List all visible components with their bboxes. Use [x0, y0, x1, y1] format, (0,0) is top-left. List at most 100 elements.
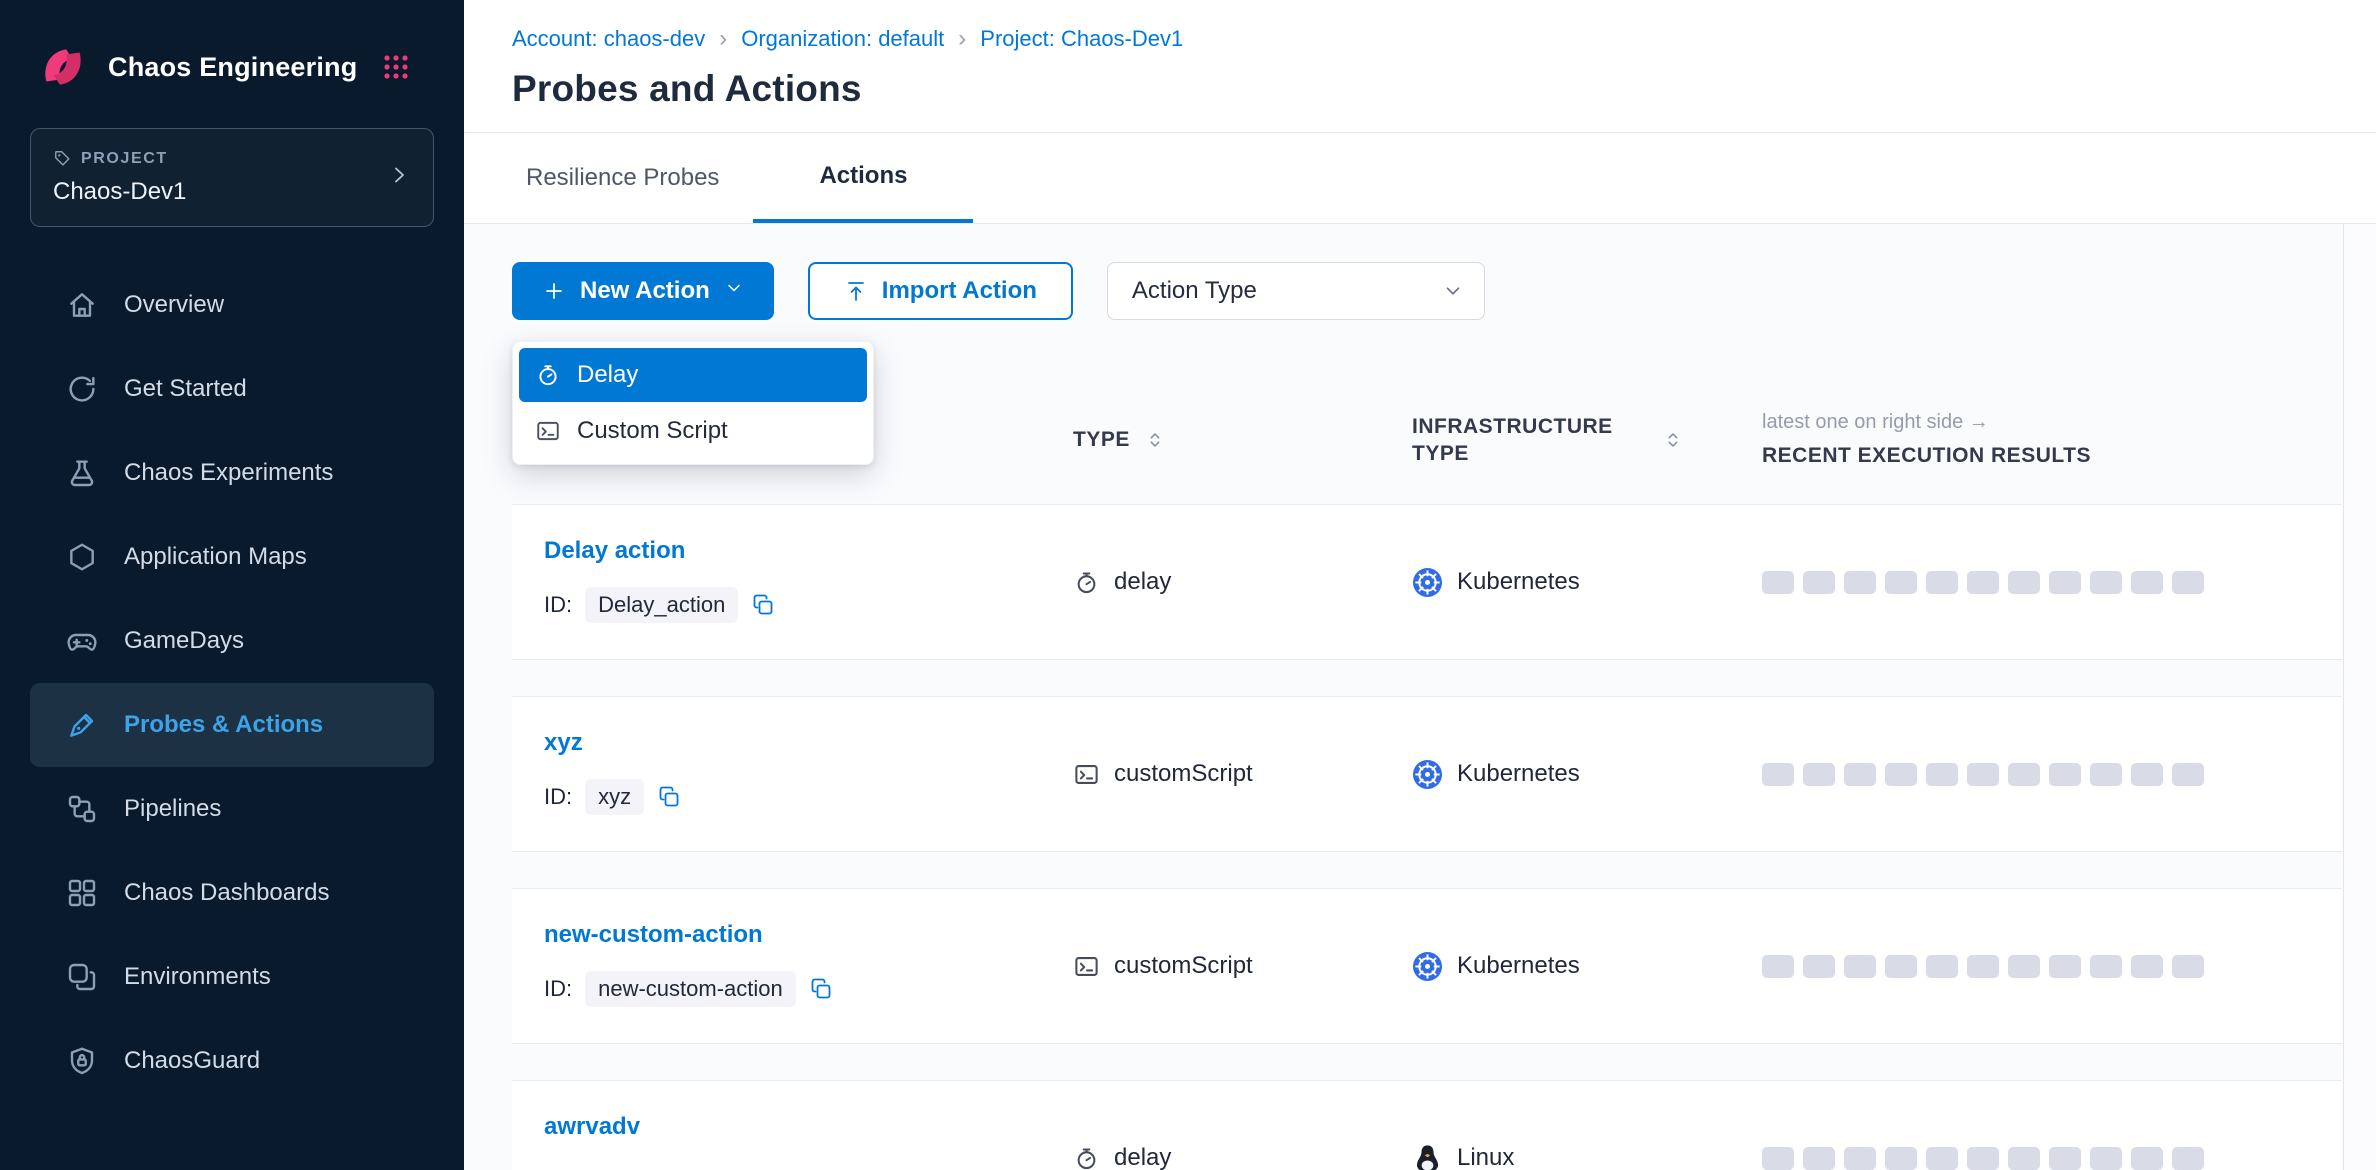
chevron-down-icon: [724, 277, 744, 305]
execution-result-placeholder: [2172, 763, 2204, 786]
execution-result-placeholder: [1803, 763, 1835, 786]
linux-icon: [1412, 1143, 1443, 1170]
sidebar-item-environments[interactable]: Environments: [30, 935, 434, 1019]
sort-icon[interactable]: [1144, 429, 1166, 451]
execution-result-placeholder: [2131, 955, 2163, 978]
tab-actions[interactable]: Actions: [753, 133, 973, 223]
execution-result-placeholder: [1762, 1147, 1794, 1170]
execution-result-placeholder: [1844, 1147, 1876, 1170]
menu-item-custom-script[interactable]: Custom Script: [519, 404, 867, 458]
breadcrumb-organization-link[interactable]: Organization: default: [741, 26, 944, 52]
column-header-infrastructure: INFRASTRUCTURE TYPE: [1412, 413, 1762, 468]
action-type-select[interactable]: Action Type: [1107, 262, 1485, 320]
terminal-icon: [1073, 761, 1100, 788]
page-title: Probes and Actions: [512, 68, 2328, 110]
action-type: delay: [1114, 568, 1171, 596]
chaos-logo-icon: [36, 40, 90, 94]
table-row: Delay action ID: Delay_action: [512, 504, 2342, 660]
sidebar-item-label: Application Maps: [124, 543, 307, 571]
sidebar-item-overview[interactable]: Overview: [30, 263, 434, 347]
project-selector[interactable]: PROJECT Chaos-Dev1: [30, 128, 434, 227]
sidebar-item-label: GameDays: [124, 627, 244, 655]
action-name-link[interactable]: Delay action: [544, 537, 685, 565]
sidebar-item-get-started[interactable]: Get Started: [30, 347, 434, 431]
module-grid-icon[interactable]: [382, 53, 410, 81]
sidebar-item-chaosguard[interactable]: ChaosGuard: [30, 1019, 434, 1103]
execution-result-placeholder: [1926, 571, 1958, 594]
sidebar-item-label: Environments: [124, 963, 271, 991]
execution-result-placeholder: [1926, 763, 1958, 786]
column-header-label: TYPE: [1073, 426, 1130, 453]
recent-execution-results: [1762, 955, 2342, 978]
copy-icon[interactable]: [751, 593, 775, 617]
gamepad-icon: [66, 625, 98, 657]
new-action-button[interactable]: New Action: [512, 262, 774, 320]
execution-result-placeholder: [1762, 571, 1794, 594]
execution-result-placeholder: [1844, 955, 1876, 978]
execution-result-placeholder: [1885, 571, 1917, 594]
execution-result-placeholder: [1967, 763, 1999, 786]
stopwatch-icon: [535, 362, 561, 388]
execution-result-placeholder: [1926, 955, 1958, 978]
sidebar-item-label: Chaos Dashboards: [124, 879, 329, 907]
execution-result-placeholder: [1762, 763, 1794, 786]
execution-result-placeholder: [2090, 571, 2122, 594]
execution-result-placeholder: [1844, 571, 1876, 594]
chevron-right-icon: [387, 163, 411, 192]
copy-icon[interactable]: [809, 977, 833, 1001]
kubernetes-icon: [1412, 951, 1443, 982]
environments-icon: [66, 961, 98, 993]
actions-section: New Action Import Action Action Type: [464, 224, 2376, 1170]
infrastructure-type: Linux: [1457, 1144, 1514, 1170]
actions-table: Delay action ID: Delay_action: [464, 504, 2376, 1170]
sidebar-item-chaos-dashboards[interactable]: Chaos Dashboards: [30, 851, 434, 935]
chevron-down-icon: [1442, 280, 1464, 302]
plus-icon: [542, 279, 566, 303]
execution-result-placeholder: [2008, 763, 2040, 786]
app-title: Chaos Engineering: [108, 52, 357, 83]
import-action-label: Import Action: [882, 277, 1037, 305]
execution-result-placeholder: [1885, 955, 1917, 978]
sidebar: Chaos Engineering PROJECT: [0, 0, 464, 1170]
sort-icon[interactable]: [1662, 429, 1684, 451]
execution-result-placeholder: [2008, 955, 2040, 978]
column-header-type: TYPE: [1073, 426, 1412, 453]
toolbar: New Action Import Action Action Type: [464, 224, 2376, 320]
execution-result-placeholder: [1926, 1147, 1958, 1170]
breadcrumb-project-link[interactable]: Project: Chaos-Dev1: [980, 26, 1183, 52]
new-action-menu: Delay Custom Script: [512, 341, 874, 465]
scrollbar-track[interactable]: [2343, 224, 2376, 1170]
sidebar-item-application-maps[interactable]: Application Maps: [30, 515, 434, 599]
column-header-results: latest one on right side → RECENT EXECUT…: [1762, 411, 2342, 469]
sidebar-item-chaos-experiments[interactable]: Chaos Experiments: [30, 431, 434, 515]
column-header-label: RECENT EXECUTION RESULTS: [1762, 442, 2091, 469]
menu-item-delay[interactable]: Delay: [519, 348, 867, 402]
recent-execution-results: [1762, 571, 2342, 594]
brand-row: Chaos Engineering: [0, 0, 464, 94]
execution-result-placeholder: [2008, 1147, 2040, 1170]
action-type: customScript: [1114, 760, 1253, 788]
sidebar-item-pipelines[interactable]: Pipelines: [30, 767, 434, 851]
breadcrumb-account-link[interactable]: Account: chaos-dev: [512, 26, 705, 52]
execution-result-placeholder: [1967, 1147, 1999, 1170]
copy-icon[interactable]: [657, 785, 681, 809]
action-name-link[interactable]: xyz: [544, 729, 583, 757]
project-name: Chaos-Dev1: [53, 178, 186, 206]
action-name-link[interactable]: new-custom-action: [544, 921, 763, 949]
execution-result-placeholder: [1967, 571, 1999, 594]
main-content: Account: chaos-dev › Organization: defau…: [464, 0, 2376, 1170]
execution-result-placeholder: [1803, 1147, 1835, 1170]
menu-item-label: Delay: [577, 361, 638, 389]
breadcrumb-separator: ›: [719, 27, 727, 51]
action-name-link[interactable]: awrvadv: [544, 1113, 640, 1141]
sidebar-item-gamedays[interactable]: GameDays: [30, 599, 434, 683]
action-type: customScript: [1114, 952, 1253, 980]
execution-result-placeholder: [2172, 571, 2204, 594]
execution-result-placeholder: [2090, 1147, 2122, 1170]
sidebar-item-probes-actions[interactable]: Probes & Actions: [30, 683, 434, 767]
recent-execution-results: [1762, 1147, 2342, 1170]
table-row: awrvadv delay: [512, 1080, 2342, 1170]
execution-result-placeholder: [2049, 1147, 2081, 1170]
tab-resilience-probes[interactable]: Resilience Probes: [520, 133, 725, 223]
import-action-button[interactable]: Import Action: [808, 262, 1073, 320]
